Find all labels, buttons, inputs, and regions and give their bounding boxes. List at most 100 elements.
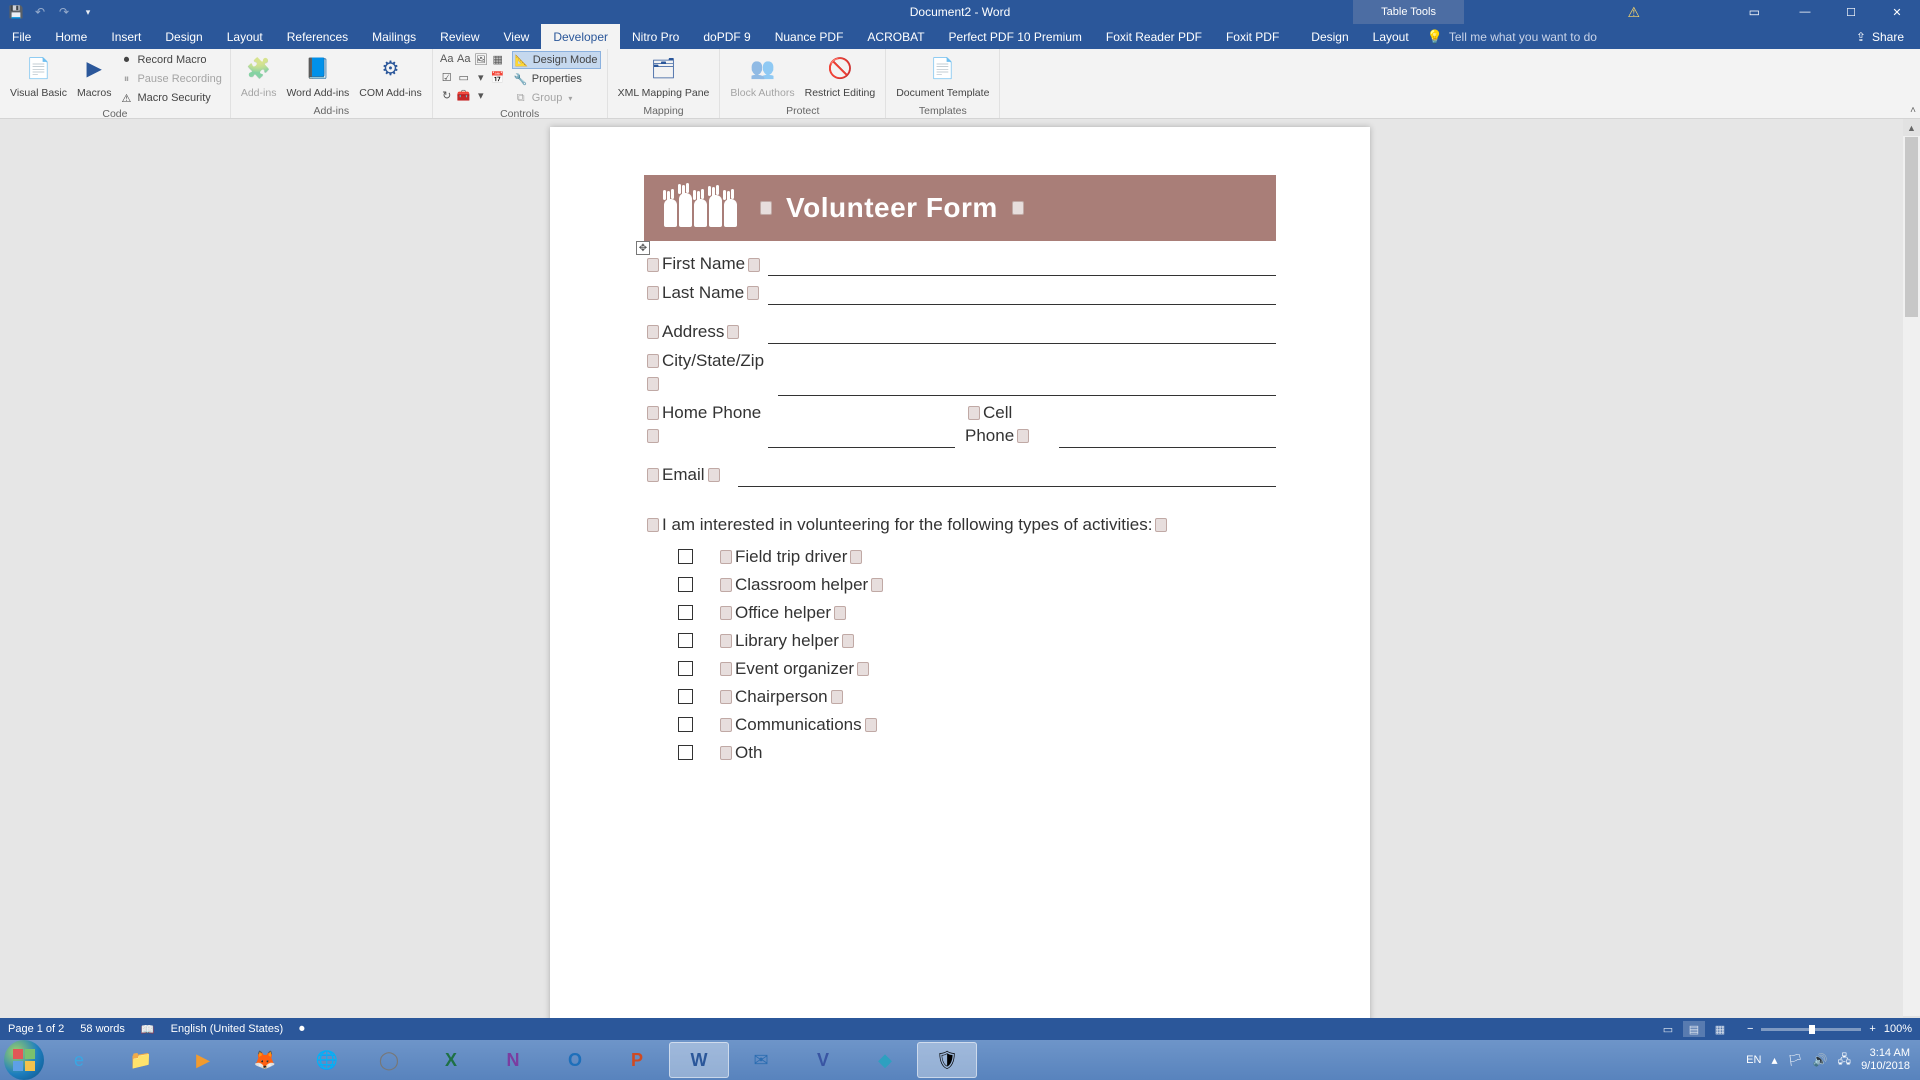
- redo-icon[interactable]: ↷: [56, 4, 72, 20]
- tab-insert[interactable]: Insert: [99, 24, 153, 49]
- checkbox-control-icon[interactable]: ☑: [439, 69, 455, 85]
- tab-review[interactable]: Review: [428, 24, 491, 49]
- last-name-field[interactable]: [768, 285, 1276, 305]
- taskbar-word[interactable]: W: [669, 1042, 729, 1078]
- taskbar-thunderbird[interactable]: ✉: [731, 1042, 791, 1078]
- print-layout-button[interactable]: ▤: [1683, 1021, 1705, 1037]
- action-center-icon[interactable]: 🏳: [1787, 1053, 1802, 1067]
- vertical-scrollbar[interactable]: ▲ ▼: [1903, 119, 1920, 1033]
- minimize-button[interactable]: —: [1782, 0, 1828, 24]
- tab-file[interactable]: File: [0, 24, 43, 49]
- clock[interactable]: 3:14 AM 9/10/2018: [1861, 1047, 1910, 1072]
- visual-basic-button[interactable]: 📄 Visual Basic: [6, 51, 71, 101]
- tray-chevron-icon[interactable]: ▴: [1771, 1053, 1777, 1067]
- checkbox-control[interactable]: [678, 745, 693, 760]
- taskbar-powerpoint[interactable]: P: [607, 1042, 667, 1078]
- properties-button[interactable]: 🔧Properties: [512, 70, 601, 88]
- tab-perfect-pdf[interactable]: Perfect PDF 10 Premium: [937, 24, 1094, 49]
- tab-dopdf[interactable]: doPDF 9: [691, 24, 762, 49]
- taskbar-shield[interactable]: 🛡: [917, 1042, 977, 1078]
- repeating-section-control-icon[interactable]: ↻: [439, 87, 455, 103]
- record-macro-button[interactable]: ⏺Record Macro: [117, 51, 223, 69]
- tab-mailings[interactable]: Mailings: [360, 24, 428, 49]
- zoom-percent[interactable]: 100%: [1884, 1023, 1912, 1035]
- taskbar-wmp[interactable]: ▶: [173, 1042, 233, 1078]
- page[interactable]: Volunteer Form ✥ First Name Last Name Ad…: [550, 127, 1370, 1033]
- address-field[interactable]: [768, 324, 1276, 344]
- close-button[interactable]: ✕: [1874, 0, 1920, 24]
- read-mode-button[interactable]: ▭: [1657, 1021, 1679, 1037]
- rich-text-control-icon[interactable]: Aa: [439, 51, 455, 67]
- checkbox-control[interactable]: [678, 689, 693, 704]
- macros-button[interactable]: ▶ Macros: [73, 51, 115, 101]
- taskbar-excel[interactable]: X: [421, 1042, 481, 1078]
- checkbox-control[interactable]: [678, 717, 693, 732]
- legacy-tools-dropdown-icon[interactable]: ▾: [473, 87, 489, 103]
- legacy-tools-icon[interactable]: 🧰: [456, 87, 472, 103]
- first-name-field[interactable]: [768, 256, 1276, 276]
- taskbar-ie[interactable]: e: [49, 1042, 109, 1078]
- table-move-handle-icon[interactable]: ✥: [636, 241, 650, 255]
- tab-developer[interactable]: Developer: [541, 24, 620, 49]
- taskbar-explorer[interactable]: 📁: [111, 1042, 171, 1078]
- combo-box-control-icon[interactable]: ▭: [456, 69, 472, 85]
- save-icon[interactable]: 💾: [8, 4, 24, 20]
- restrict-editing-button[interactable]: 🚫 Restrict Editing: [801, 51, 880, 101]
- dropdown-control-icon[interactable]: ▾: [473, 69, 489, 85]
- taskbar-outlook[interactable]: O: [545, 1042, 605, 1078]
- taskbar-firefox[interactable]: 🦊: [235, 1042, 295, 1078]
- undo-icon[interactable]: ↶: [32, 4, 48, 20]
- tab-foxit-reader[interactable]: Foxit Reader PDF: [1094, 24, 1214, 49]
- zoom-in-button[interactable]: +: [1869, 1023, 1875, 1035]
- design-mode-button[interactable]: 📐Design Mode: [512, 51, 601, 69]
- email-field[interactable]: [738, 467, 1276, 487]
- taskbar-onenote[interactable]: N: [483, 1042, 543, 1078]
- building-block-control-icon[interactable]: ▦: [490, 51, 506, 67]
- date-picker-control-icon[interactable]: 📅: [490, 69, 506, 85]
- plain-text-control-icon[interactable]: Aa: [456, 51, 472, 67]
- spellcheck-icon[interactable]: 📖: [141, 1023, 155, 1036]
- taskbar-chrome[interactable]: 🌐: [297, 1042, 357, 1078]
- tab-table-design[interactable]: Design: [1299, 24, 1360, 49]
- collapse-ribbon-icon[interactable]: ˄: [1910, 105, 1916, 116]
- picture-control-icon[interactable]: 🖼: [473, 51, 489, 67]
- tab-view[interactable]: View: [492, 24, 542, 49]
- xml-mapping-button[interactable]: 🗂 XML Mapping Pane: [614, 51, 714, 101]
- com-addins-button[interactable]: ⚙ COM Add-ins: [355, 51, 425, 101]
- taskbar-visio[interactable]: V: [793, 1042, 853, 1078]
- home-phone-field[interactable]: [768, 428, 955, 448]
- checkbox-control[interactable]: [678, 633, 693, 648]
- taskbar-app[interactable]: ◯: [359, 1042, 419, 1078]
- page-indicator[interactable]: Page 1 of 2: [8, 1023, 64, 1035]
- checkbox-control[interactable]: [678, 577, 693, 592]
- scroll-up-icon[interactable]: ▲: [1903, 119, 1920, 136]
- tab-design[interactable]: Design: [153, 24, 214, 49]
- checkbox-control[interactable]: [678, 661, 693, 676]
- macro-security-button[interactable]: ⚠Macro Security: [117, 89, 223, 107]
- language-indicator[interactable]: EN: [1746, 1054, 1761, 1066]
- maximize-button[interactable]: ☐: [1828, 0, 1874, 24]
- checkbox-control[interactable]: [678, 549, 693, 564]
- display-options-icon[interactable]: ▭: [1749, 5, 1760, 19]
- share-button[interactable]: ⇪ Share: [1840, 24, 1920, 49]
- taskbar-app2[interactable]: ◆: [855, 1042, 915, 1078]
- checkbox-control[interactable]: [678, 605, 693, 620]
- cell-phone-field[interactable]: [1059, 428, 1276, 448]
- zoom-slider[interactable]: [1761, 1028, 1861, 1031]
- network-icon[interactable]: 🖧: [1838, 1050, 1851, 1071]
- tab-references[interactable]: References: [275, 24, 360, 49]
- scrollbar-thumb[interactable]: [1905, 137, 1918, 317]
- city-state-zip-field[interactable]: [778, 376, 1276, 396]
- tab-nitro-pro[interactable]: Nitro Pro: [620, 24, 691, 49]
- document-template-button[interactable]: 📄 Document Template: [892, 51, 993, 101]
- qat-customize-icon[interactable]: ▾: [80, 4, 96, 20]
- tab-foxit-pdf[interactable]: Foxit PDF: [1214, 24, 1291, 49]
- word-count[interactable]: 58 words: [80, 1023, 125, 1035]
- macro-record-status-icon[interactable]: ⏺: [299, 1023, 305, 1036]
- tab-nuance-pdf[interactable]: Nuance PDF: [763, 24, 856, 49]
- tab-table-layout[interactable]: Layout: [1361, 24, 1421, 49]
- tab-acrobat[interactable]: ACROBAT: [855, 24, 936, 49]
- tab-home[interactable]: Home: [43, 24, 99, 49]
- language-indicator[interactable]: English (United States): [171, 1023, 284, 1035]
- volume-icon[interactable]: 🔊: [1813, 1053, 1828, 1067]
